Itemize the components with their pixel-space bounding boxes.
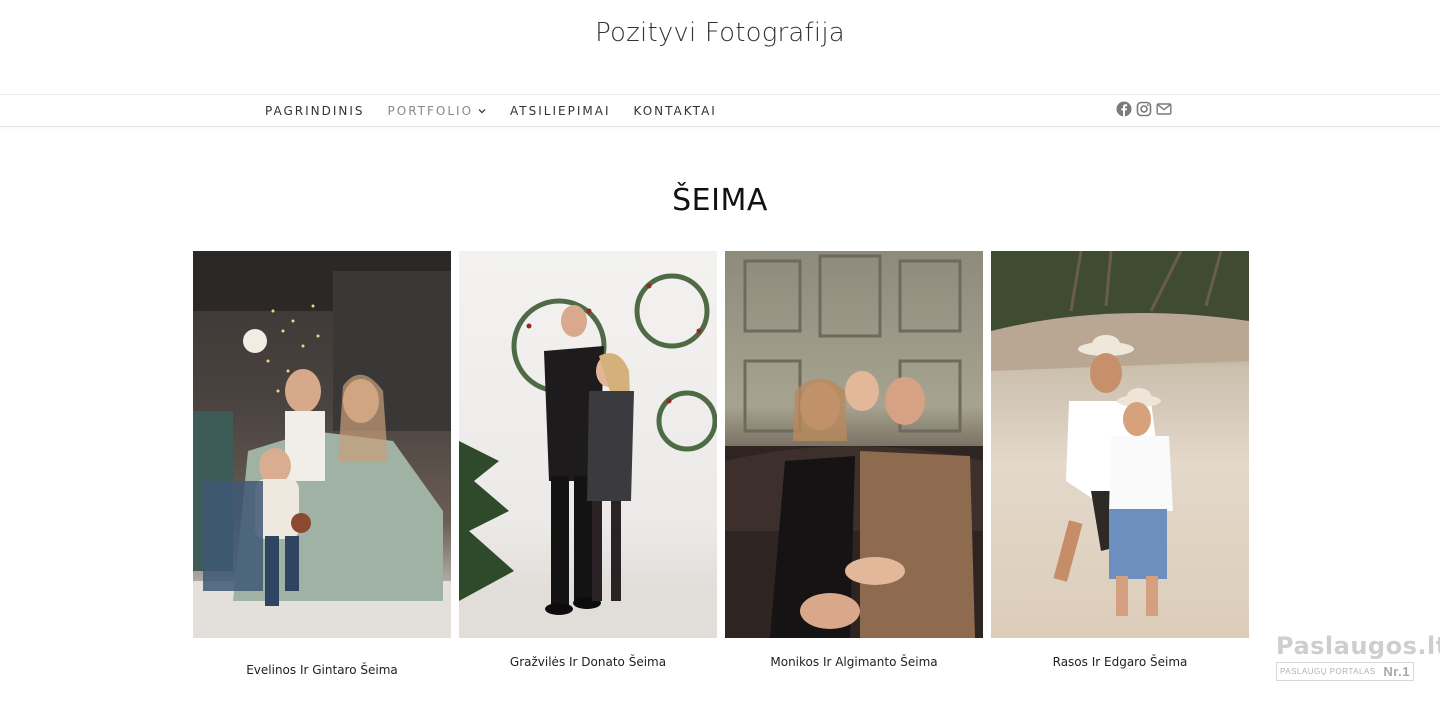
photo-illustration — [991, 251, 1249, 616]
paslaugos-badge[interactable]: Paslaugos.lt PASLAUGŲ PORTALAS Nr.1 — [1276, 632, 1440, 686]
gallery-caption[interactable]: Rasos Ir Edgaro Šeima — [991, 655, 1249, 669]
nav-item-label: PAGRINDINIS — [265, 103, 365, 118]
photo-illustration — [459, 273, 717, 638]
badge-rank: Nr.1 — [1383, 664, 1410, 679]
family-photo[interactable] — [991, 251, 1249, 638]
nav-item-atsiliepimai[interactable]: ATSILIEPIMAI — [510, 104, 610, 118]
badge-logo-text: Paslaugos.lt — [1276, 632, 1440, 660]
nav-item-label: PORTFOLIO — [387, 103, 474, 118]
instagram-icon[interactable] — [1136, 101, 1152, 117]
badge-subtitle: PASLAUGŲ PORTALAS Nr.1 — [1276, 662, 1414, 681]
nav-item-portfolio[interactable]: PORTFOLIO — [388, 104, 488, 118]
gallery-card[interactable]: Gražvilės Ir Donato Šeima — [459, 251, 717, 677]
chevron-down-icon — [478, 108, 486, 113]
mail-icon[interactable] — [1156, 101, 1172, 117]
family-photo[interactable] — [193, 251, 451, 638]
facebook-icon[interactable] — [1116, 101, 1132, 117]
nav-item-kontaktai[interactable]: KONTAKTAI — [633, 104, 716, 118]
badge-portal-label: PASLAUGŲ PORTALAS — [1280, 667, 1376, 676]
page-title: ŠEIMA — [672, 183, 768, 218]
social-links — [1116, 101, 1172, 117]
site-title[interactable]: Pozityvi Fotografija — [0, 18, 1440, 48]
photo-illustration — [193, 251, 451, 638]
gallery-card[interactable]: Rasos Ir Edgaro Šeima — [991, 251, 1249, 677]
nav-menu: PAGRINDINIS PORTFOLIO ATSILIEPIMAI KONTA… — [265, 95, 740, 126]
nav-item-label: ATSILIEPIMAI — [510, 103, 611, 118]
photo-illustration — [725, 254, 983, 638]
gallery-grid: Evelinos Ir Gintaro Šeima Gražvilės Ir D… — [193, 251, 1249, 677]
nav-item-label: KONTAKTAI — [633, 103, 717, 118]
main-navigation: PAGRINDINIS PORTFOLIO ATSILIEPIMAI KONTA… — [0, 94, 1440, 127]
gallery-caption[interactable]: Monikos Ir Algimanto Šeima — [725, 655, 983, 669]
gallery-caption[interactable]: Evelinos Ir Gintaro Šeima — [193, 663, 451, 677]
gallery-card[interactable]: Monikos Ir Algimanto Šeima — [725, 251, 983, 677]
gallery-caption[interactable]: Gražvilės Ir Donato Šeima — [459, 655, 717, 669]
gallery-card[interactable]: Evelinos Ir Gintaro Šeima — [193, 251, 451, 677]
family-photo[interactable] — [725, 251, 983, 638]
family-photo[interactable] — [459, 251, 717, 638]
nav-item-pagrindinis[interactable]: PAGRINDINIS — [265, 104, 365, 118]
